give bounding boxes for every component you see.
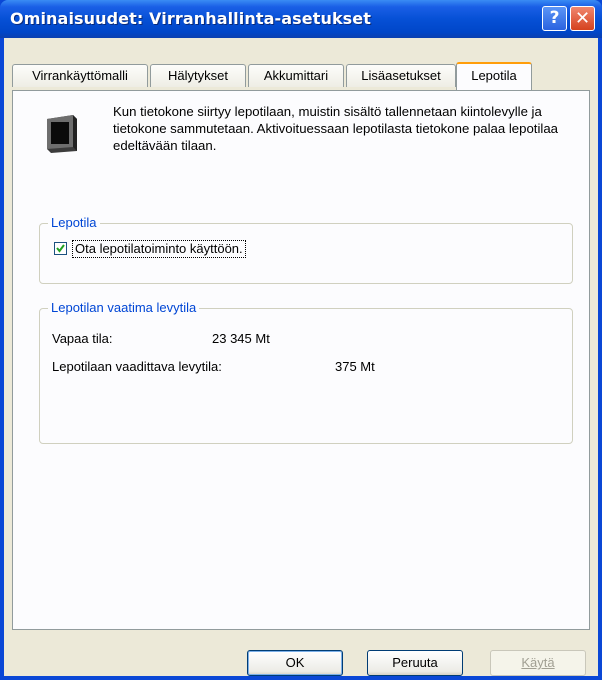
title-bar[interactable]: Ominaisuudet: Virranhallinta-asetukset ?… [0, 0, 602, 38]
required-space-label: Lepotilaan vaadittava levytila: [52, 359, 222, 374]
free-space-label: Vapaa tila: [52, 331, 113, 346]
window-title: Ominaisuudet: Virranhallinta-asetukset [10, 9, 372, 28]
tab-advanced[interactable]: Lisäasetukset [346, 64, 456, 87]
free-space-value: 23 345 Mt [212, 331, 270, 346]
hibernate-group-legend: Lepotila [48, 215, 100, 230]
intro-text: Kun tietokone siirtyy lepotilaan, muisti… [113, 104, 559, 153]
disk-space-group-legend: Lepotilan vaatima levytila [48, 300, 200, 315]
hibernate-group: Lepotila Ota lepotilatoiminto käyttöön. [39, 215, 573, 284]
required-space-value: 375 Mt [335, 359, 375, 374]
tab-alarms[interactable]: Hälytykset [150, 64, 246, 87]
enable-hibernate-checkbox[interactable] [54, 242, 67, 255]
tab-power-schemes[interactable]: Virrankäyttömalli [12, 64, 148, 87]
disk-space-group: Lepotilan vaatima levytila Vapaa tila: 2… [39, 300, 573, 444]
apply-button-label: Käytä [521, 655, 555, 670]
help-button[interactable]: ? [542, 6, 567, 31]
cancel-button[interactable]: Peruuta [367, 650, 463, 676]
close-button[interactable]: ✕ [570, 6, 595, 31]
apply-button[interactable]: Käytä [490, 650, 586, 676]
tab-strip: Virrankäyttömalli Hälytykset Akkumittari… [12, 62, 592, 90]
tab-battery-meter[interactable]: Akkumittari [248, 64, 344, 87]
properties-window: Ominaisuudet: Virranhallinta-asetukset ?… [0, 0, 602, 680]
tab-hibernate[interactable]: Lepotila [456, 62, 532, 90]
dialog-client-area: Virrankäyttömalli Hälytykset Akkumittari… [4, 38, 598, 676]
checkmark-icon [56, 244, 65, 253]
hibernate-tab-panel: Kun tietokone siirtyy lepotilaan, muisti… [12, 90, 590, 630]
enable-hibernate-label[interactable]: Ota lepotilatoiminto käyttöön. [72, 240, 246, 258]
ok-button[interactable]: OK [247, 650, 343, 676]
laptop-hibernate-icon [47, 115, 77, 153]
